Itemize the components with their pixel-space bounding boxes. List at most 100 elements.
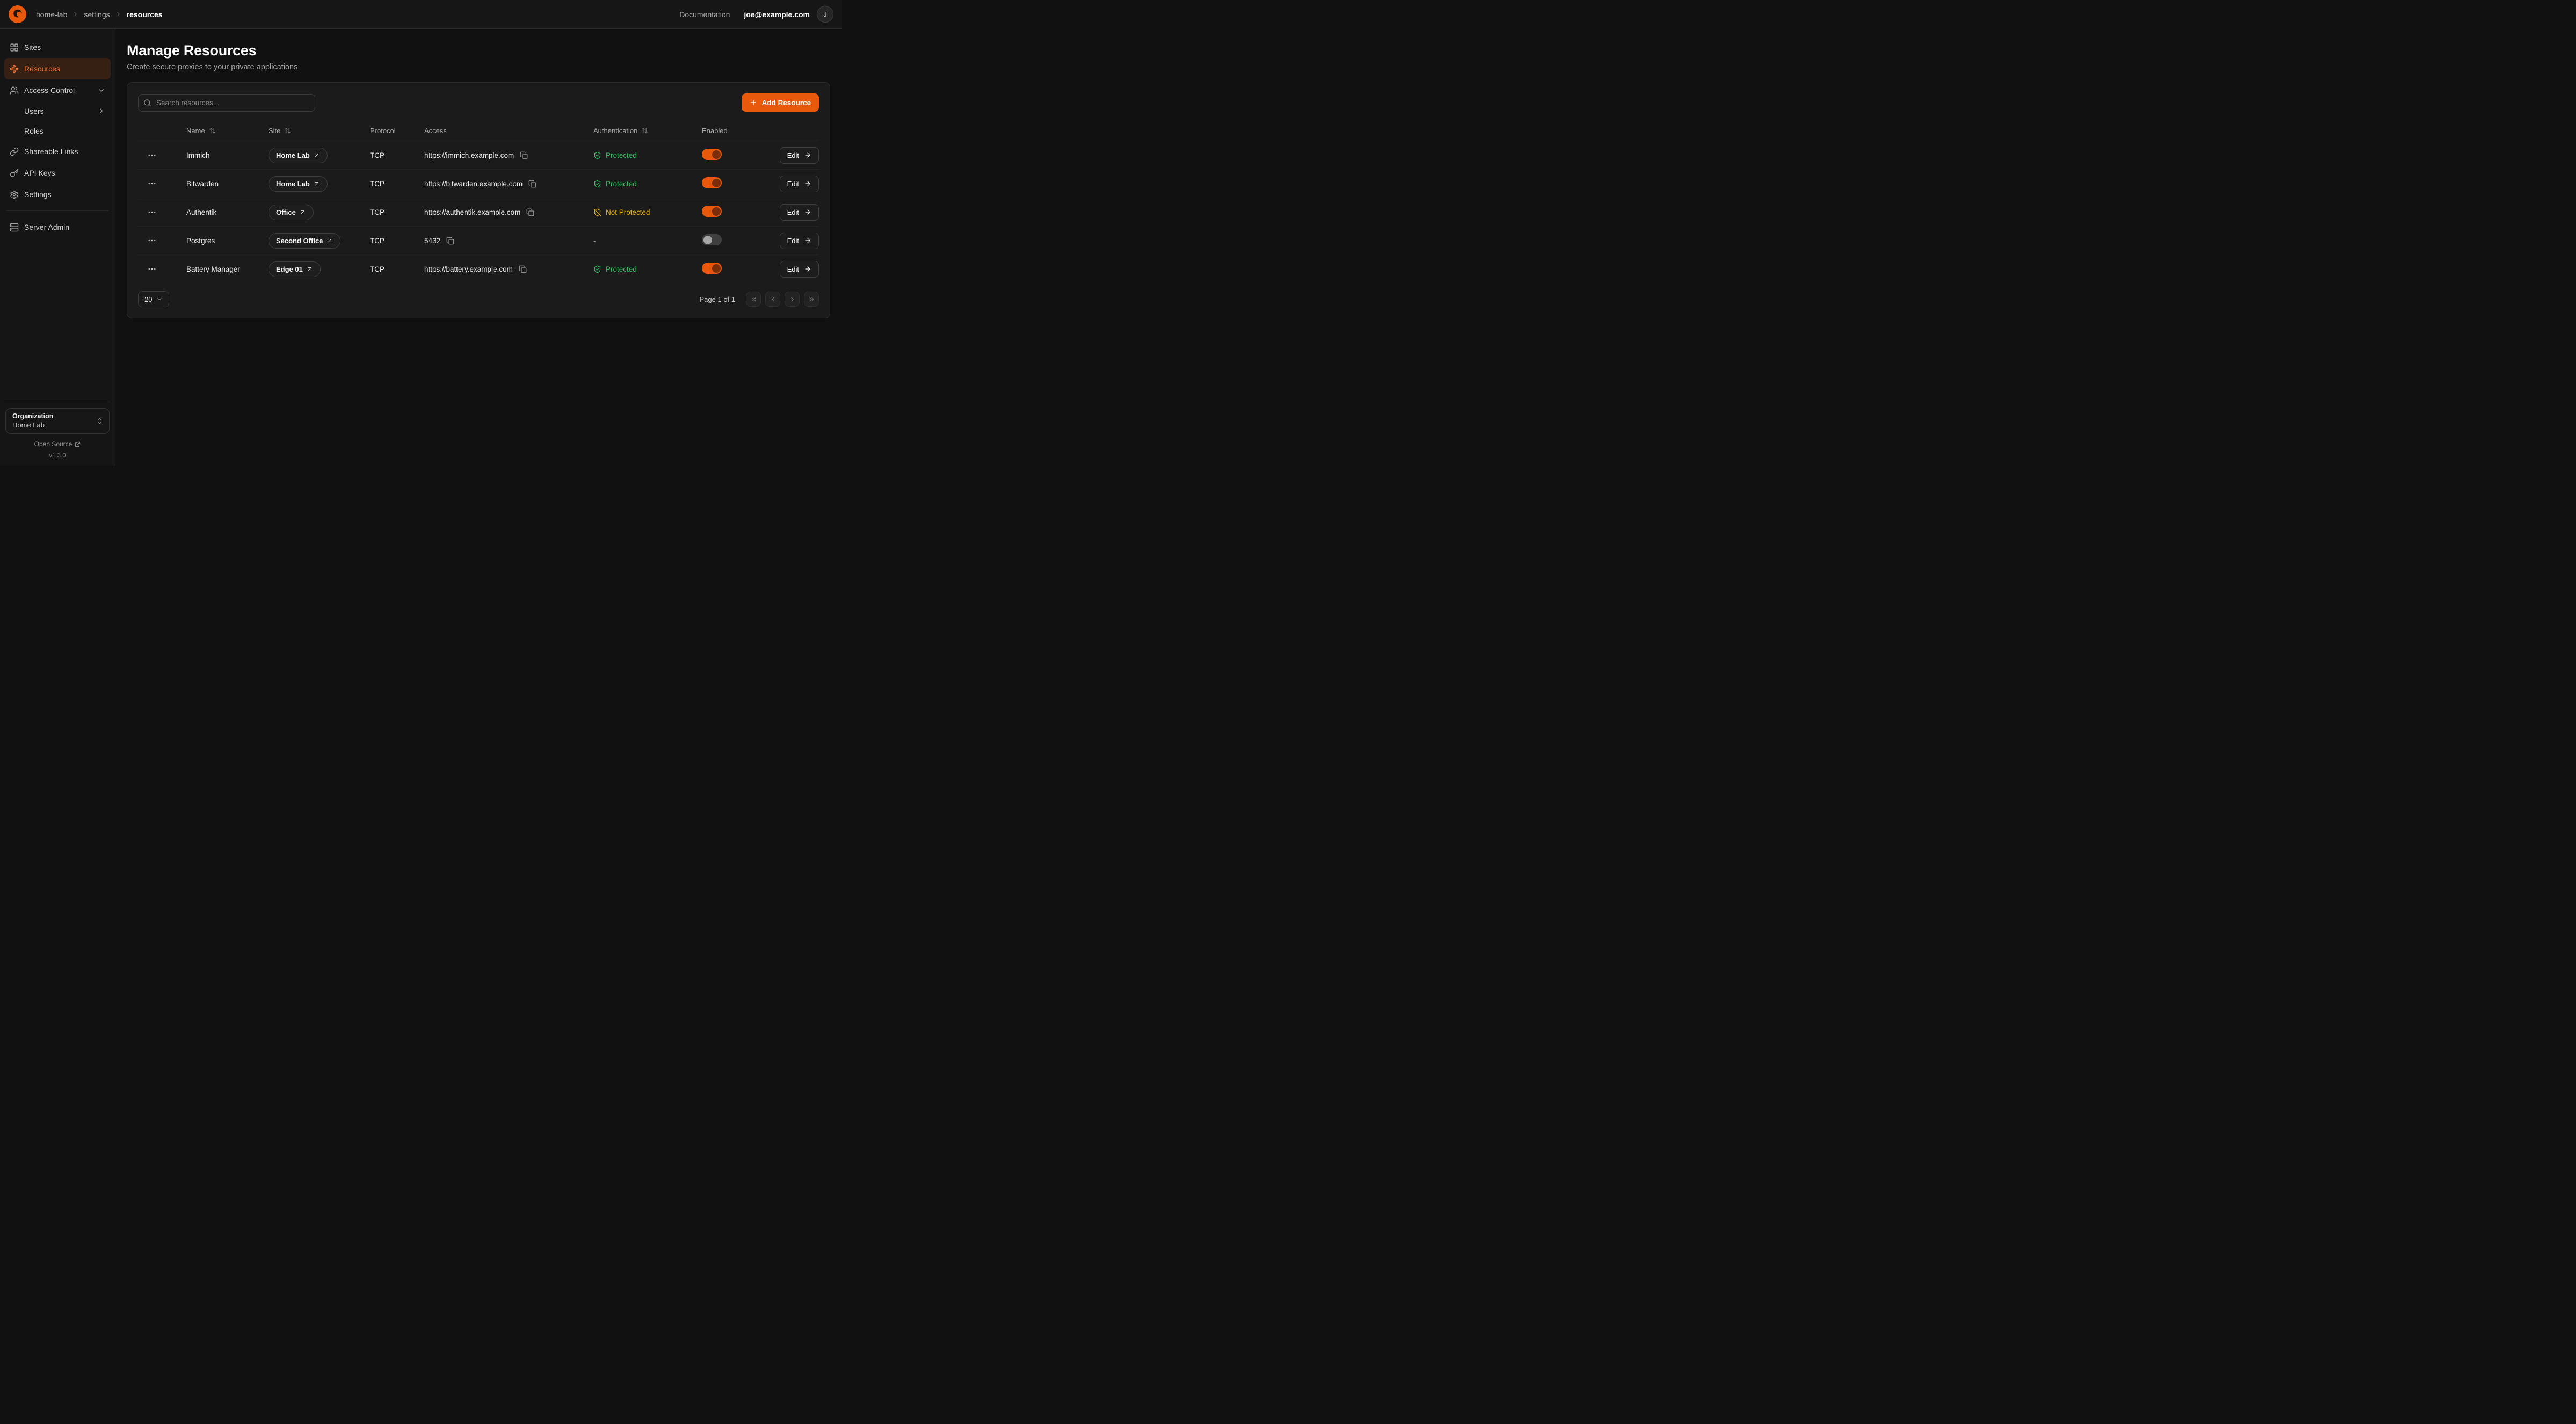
sidebar-item-label: Settings [24, 190, 52, 199]
chevron-down-icon [97, 86, 105, 95]
shield-check-icon [593, 151, 601, 159]
chevrons-up-down-icon [96, 417, 104, 425]
resource-name: Bitwarden [186, 180, 269, 188]
first-page-button[interactable] [746, 292, 761, 307]
table-row: Authentik Office TCP https://authentik.e… [138, 198, 819, 226]
breadcrumb-settings[interactable]: settings [84, 10, 110, 19]
sidebar-item-resources[interactable]: Resources [4, 58, 111, 79]
user-email[interactable]: joe@example.com [744, 10, 810, 19]
arrow-right-icon [804, 265, 811, 273]
auth-status: Protected [593, 180, 702, 188]
org-selector-value: Home Lab [12, 421, 53, 429]
column-header-access: Access [424, 127, 593, 135]
gear-icon [10, 190, 19, 199]
enabled-toggle[interactable] [702, 263, 722, 274]
open-source-link[interactable]: Open Source [5, 440, 110, 448]
copy-icon[interactable] [528, 180, 536, 188]
sidebar-item-shareable-links[interactable]: Shareable Links [4, 141, 111, 162]
avatar[interactable]: J [817, 6, 833, 23]
card-header: Add Resource [138, 93, 819, 112]
sidebar-item-label: Roles [24, 127, 43, 135]
prev-page-button[interactable] [765, 292, 780, 307]
link-icon [10, 147, 19, 156]
column-header-name[interactable]: Name [186, 127, 269, 135]
column-header-authentication[interactable]: Authentication [593, 127, 702, 135]
org-selector[interactable]: Organization Home Lab [5, 408, 110, 434]
enabled-toggle[interactable] [702, 177, 722, 188]
sidebar-item-users[interactable]: Users [4, 101, 111, 121]
edit-button[interactable]: Edit [780, 233, 819, 249]
sidebar-item-settings[interactable]: Settings [4, 184, 111, 205]
add-resource-label: Add Resource [761, 99, 811, 107]
shield-off-icon [593, 208, 601, 216]
last-page-button[interactable] [804, 292, 819, 307]
auth-status: Protected [593, 265, 702, 273]
copy-icon[interactable] [526, 208, 534, 216]
enabled-toggle[interactable] [702, 206, 722, 217]
edit-button[interactable]: Edit [780, 147, 819, 164]
arrow-right-icon [804, 180, 811, 187]
external-link-icon [75, 441, 81, 447]
row-menu-button[interactable] [138, 179, 186, 188]
table-row: Immich Home Lab TCP https://immich.examp… [138, 141, 819, 169]
edit-button[interactable]: Edit [780, 204, 819, 221]
edit-button[interactable]: Edit [780, 176, 819, 192]
sort-icon [284, 127, 291, 134]
enabled-toggle[interactable] [702, 234, 722, 245]
sort-icon [641, 127, 648, 134]
edit-button[interactable]: Edit [780, 261, 819, 278]
row-menu-button[interactable] [138, 207, 186, 217]
copy-icon[interactable] [446, 237, 454, 245]
site-link[interactable]: Home Lab [269, 176, 328, 192]
next-page-button[interactable] [785, 292, 800, 307]
arrow-right-icon [804, 151, 811, 159]
row-menu-button[interactable] [138, 236, 186, 245]
column-header-site[interactable]: Site [269, 127, 370, 135]
app-window: home-lab settings resources Documentatio… [0, 0, 842, 466]
add-resource-button[interactable]: Add Resource [742, 93, 819, 112]
chevron-right-icon [115, 11, 122, 18]
row-menu-button[interactable] [138, 264, 186, 274]
sidebar-item-server-admin[interactable]: Server Admin [4, 216, 111, 238]
table-row: Battery Manager Edge 01 TCP https://batt… [138, 255, 819, 283]
resource-name: Authentik [186, 208, 269, 216]
site-link[interactable]: Second Office [269, 233, 340, 249]
sidebar-item-sites[interactable]: Sites [4, 37, 111, 58]
copy-icon[interactable] [519, 265, 527, 273]
sidebar-item-label: Shareable Links [24, 147, 78, 156]
search-input[interactable] [138, 94, 315, 112]
sidebar-item-access-control[interactable]: Access Control [4, 79, 111, 101]
sidebar-divider [6, 210, 108, 211]
arrow-right-icon [804, 208, 811, 216]
site-link[interactable]: Home Lab [269, 148, 328, 163]
chevron-down-icon [156, 296, 163, 302]
breadcrumb: home-lab settings resources [36, 10, 163, 19]
page-size-select[interactable]: 20 [138, 291, 169, 307]
site-link[interactable]: Edge 01 [269, 261, 321, 277]
arrow-up-right-icon [314, 152, 320, 158]
sidebar-item-label: Sites [24, 43, 41, 52]
users-icon [10, 86, 19, 95]
arrow-up-right-icon [307, 266, 313, 272]
sidebar-item-label: Access Control [24, 86, 75, 95]
site-link[interactable]: Office [269, 205, 314, 220]
page-title: Manage Resources [127, 42, 830, 59]
search-icon [143, 99, 151, 107]
breadcrumb-home-lab[interactable]: home-lab [36, 10, 67, 19]
sidebar-footer: Organization Home Lab Open Source v1.3.0 [4, 402, 111, 466]
auth-status: Not Protected [593, 208, 702, 216]
documentation-link[interactable]: Documentation [679, 10, 730, 19]
pagination-bar: 20 Page 1 of 1 [138, 291, 819, 307]
waypoints-icon [10, 64, 19, 74]
resource-protocol: TCP [370, 237, 424, 245]
arrow-up-right-icon [326, 237, 333, 244]
sidebar-item-roles[interactable]: Roles [4, 121, 111, 141]
sidebar-item-label: Users [24, 107, 44, 115]
column-header-enabled: Enabled [702, 127, 766, 135]
row-menu-button[interactable] [138, 150, 186, 160]
enabled-toggle[interactable] [702, 149, 722, 160]
sidebar-item-api-keys[interactable]: API Keys [4, 162, 111, 184]
copy-icon[interactable] [520, 151, 528, 159]
key-icon [10, 169, 19, 178]
arrow-right-icon [804, 237, 811, 244]
